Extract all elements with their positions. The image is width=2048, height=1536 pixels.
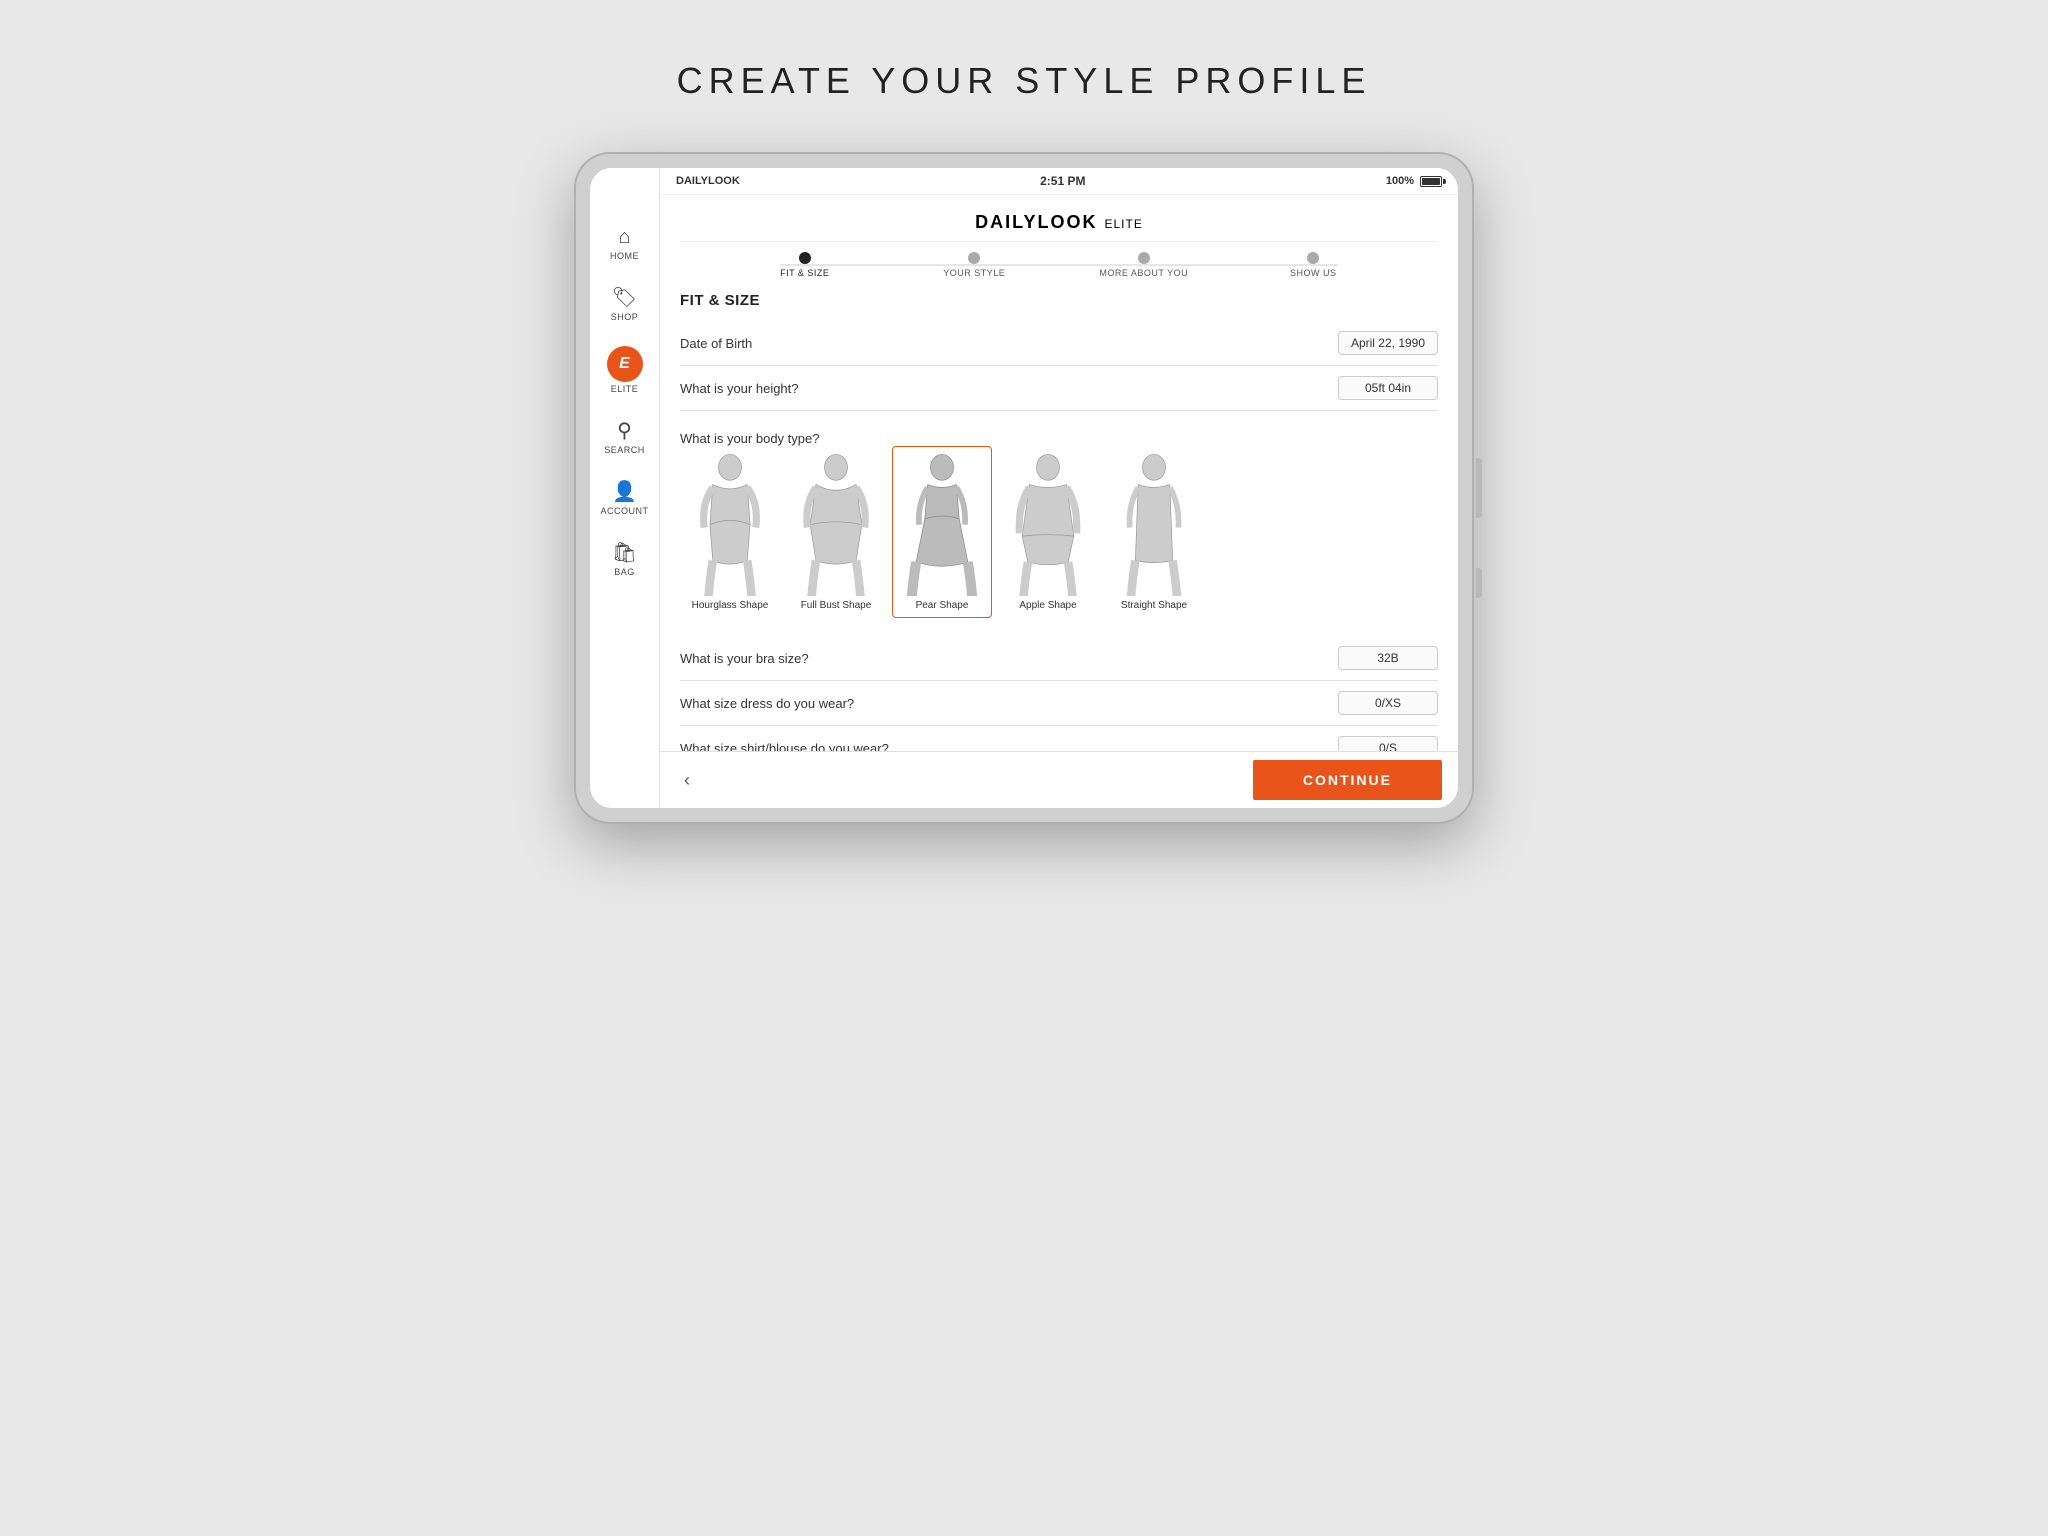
step-label-your-style: YOUR STYLE <box>943 268 1005 278</box>
height-label: What is your height? <box>680 381 799 396</box>
body-type-pear[interactable]: Pear Shape <box>892 446 992 618</box>
dress-size-value[interactable]: 0/XS <box>1338 691 1438 715</box>
step-label-show-us: SHOW US <box>1290 268 1337 278</box>
page-title: CREATE YOUR STYLE PROFILE <box>677 60 1372 102</box>
sidebar-label-search: SEARCH <box>604 445 645 455</box>
battery-percentage: 100% <box>1386 175 1414 187</box>
body-type-straight[interactable]: Straight Shape <box>1104 446 1204 618</box>
sidebar-label-elite: ELITE <box>611 384 639 394</box>
step-dot-your-style <box>968 252 980 264</box>
sidebar-item-elite[interactable]: E ELITE <box>590 338 659 402</box>
step-dot-show-us <box>1307 252 1319 264</box>
sidebar: ⌂ HOME 🏷 SHOP E ELITE ⚲ SEARCH 👤 ACCOUNT <box>590 168 660 808</box>
hourglass-figure <box>687 453 773 596</box>
step-label-more-about: MORE ABOUT YOU <box>1099 268 1188 278</box>
step-label-fit-size: FIT & SIZE <box>780 268 829 278</box>
battery-section: 100% <box>1386 175 1442 187</box>
logo-suffix: ELITE <box>1105 217 1143 231</box>
app-logo: DAILYLOOK ELITE <box>680 212 1438 233</box>
sidebar-item-search[interactable]: ⚲ SEARCH <box>590 410 659 463</box>
step-your-style: YOUR STYLE <box>890 252 1060 278</box>
logo-text: DAILYLOOK <box>975 212 1097 232</box>
form-section: FIT & SIZE Date of Birth April 22, 1990 … <box>680 282 1438 751</box>
bra-size-value[interactable]: 32B <box>1338 646 1438 670</box>
battery-icon <box>1420 176 1442 187</box>
sidebar-label-bag: BAG <box>614 567 635 577</box>
sidebar-label-home: HOME <box>610 251 639 261</box>
main-content: DAILYLOOK 2:51 PM 100% DAILYLOOK ELITE <box>660 168 1458 808</box>
pear-label: Pear Shape <box>916 600 969 611</box>
status-bar: DAILYLOOK 2:51 PM 100% <box>660 168 1458 195</box>
dob-label: Date of Birth <box>680 336 752 351</box>
straight-label: Straight Shape <box>1121 600 1187 611</box>
sidebar-item-home[interactable]: ⌂ HOME <box>590 218 659 269</box>
account-icon: 👤 <box>612 479 637 504</box>
apple-label: Apple Shape <box>1019 600 1076 611</box>
bag-icon: 🛍 <box>612 540 637 565</box>
progress-section: FIT & SIZE YOUR STYLE MORE ABOUT YOU <box>680 242 1438 282</box>
step-dot-fit-size <box>799 252 811 264</box>
full-bust-figure <box>793 453 879 596</box>
apple-figure <box>1005 453 1091 596</box>
full-bust-label: Full Bust Shape <box>801 600 872 611</box>
step-dot-more-about <box>1138 252 1150 264</box>
tablet-screen: ⌂ HOME 🏷 SHOP E ELITE ⚲ SEARCH 👤 ACCOUNT <box>590 168 1458 808</box>
dress-size-row[interactable]: What size dress do you wear? 0/XS <box>680 681 1438 726</box>
body-types-container: Hourglass Shape <box>680 446 1438 618</box>
elite-icon-letter: E <box>619 355 630 373</box>
elite-badge: E <box>607 346 643 382</box>
hourglass-label: Hourglass Shape <box>692 600 769 611</box>
body-type-apple[interactable]: Apple Shape <box>998 446 1098 618</box>
pear-figure <box>899 453 985 596</box>
sidebar-item-account[interactable]: 👤 ACCOUNT <box>590 471 659 524</box>
body-type-question-row: What is your body type? <box>680 421 1438 446</box>
step-show-us: SHOW US <box>1229 252 1399 278</box>
sidebar-item-shop[interactable]: 🏷 SHOP <box>590 277 659 330</box>
dob-row[interactable]: Date of Birth April 22, 1990 <box>680 321 1438 366</box>
carrier-label: DAILYLOOK <box>676 175 740 187</box>
home-icon: ⌂ <box>618 226 630 249</box>
section-title: FIT & SIZE <box>680 292 1438 309</box>
sidebar-label-account: ACCOUNT <box>601 506 649 516</box>
straight-figure <box>1111 453 1197 596</box>
content-area[interactable]: DAILYLOOK ELITE FIT & SIZE Y <box>660 198 1458 751</box>
body-type-section: What is your body type? <box>680 411 1438 636</box>
sidebar-label-shop: SHOP <box>611 312 639 322</box>
search-icon: ⚲ <box>617 418 632 443</box>
height-row[interactable]: What is your height? 05ft 04in <box>680 366 1438 411</box>
step-fit-size: FIT & SIZE <box>720 252 890 278</box>
continue-button[interactable]: CONTINUE <box>1253 760 1442 800</box>
body-type-hourglass[interactable]: Hourglass Shape <box>680 446 780 618</box>
bottom-bar: ‹ CONTINUE <box>660 751 1458 808</box>
time-label: 2:51 PM <box>1040 174 1085 188</box>
progress-steps: FIT & SIZE YOUR STYLE MORE ABOUT YOU <box>720 252 1398 278</box>
sidebar-item-bag[interactable]: 🛍 BAG <box>590 532 659 585</box>
shirt-size-row[interactable]: What size shirt/blouse do you wear? 0/S <box>680 726 1438 751</box>
bra-size-label: What is your bra size? <box>680 651 809 666</box>
shop-icon: 🏷 <box>612 285 637 310</box>
step-more-about-you: MORE ABOUT YOU <box>1059 252 1229 278</box>
shirt-size-label: What size shirt/blouse do you wear? <box>680 741 889 751</box>
tablet-frame: ⌂ HOME 🏷 SHOP E ELITE ⚲ SEARCH 👤 ACCOUNT <box>574 152 1474 824</box>
dress-size-label: What size dress do you wear? <box>680 696 854 711</box>
battery-fill <box>1422 178 1440 185</box>
shirt-size-value[interactable]: 0/S <box>1338 736 1438 751</box>
back-button[interactable]: ‹ <box>676 766 698 795</box>
bra-size-row[interactable]: What is your bra size? 32B <box>680 636 1438 681</box>
body-type-full-bust[interactable]: Full Bust Shape <box>786 446 886 618</box>
dob-value[interactable]: April 22, 1990 <box>1338 331 1438 355</box>
app-header: DAILYLOOK ELITE <box>680 198 1438 242</box>
height-value[interactable]: 05ft 04in <box>1338 376 1438 400</box>
body-type-label: What is your body type? <box>680 431 819 446</box>
